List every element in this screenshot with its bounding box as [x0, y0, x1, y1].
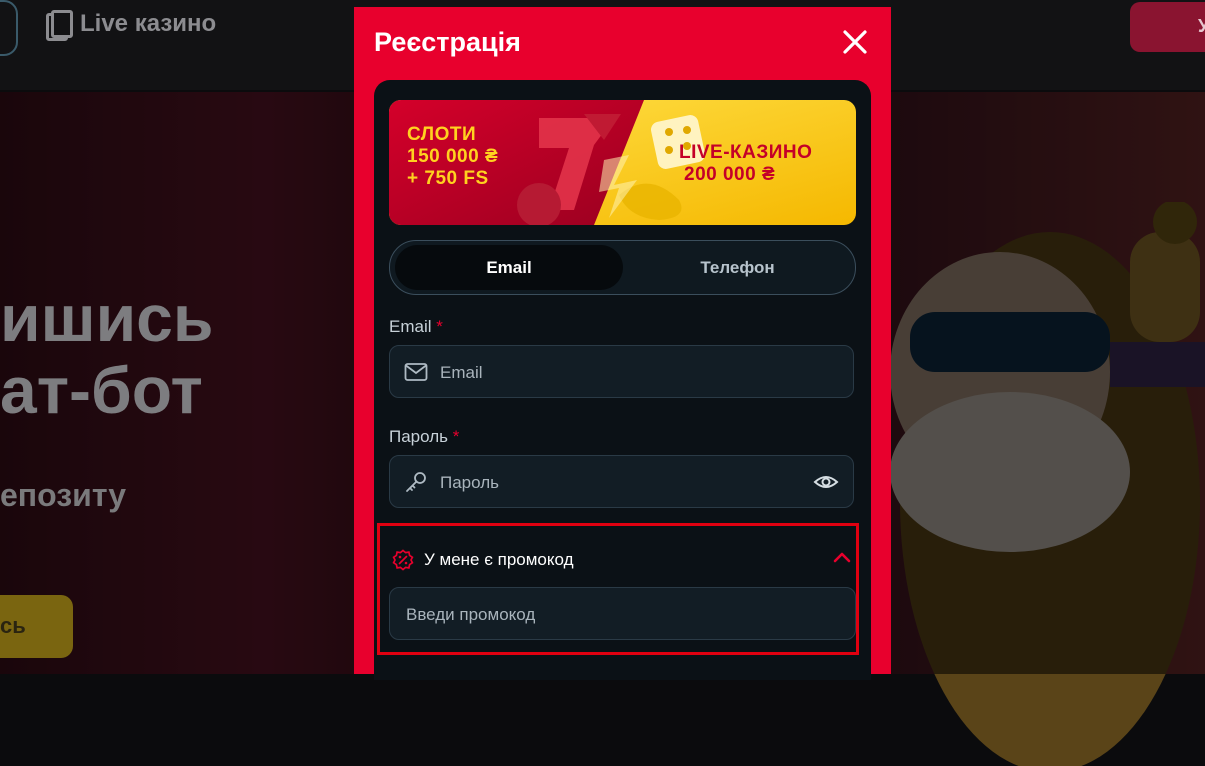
nav-item-live-casino[interactable]: Live казино [46, 10, 217, 41]
hero-title-line-2: ат-бот [0, 353, 203, 427]
banner-live-title: LIVE-КАЗИНО [679, 142, 813, 163]
cards-icon [46, 10, 73, 41]
modal-title: Реєстрація [374, 27, 521, 57]
hero-cta-button[interactable]: сь [0, 595, 73, 658]
password-input[interactable] [438, 456, 802, 509]
envelope-icon [404, 363, 428, 381]
registration-form: СЛОТИ 150 000 ₴ + 750 FS LIVE-КАЗИНО 200… [374, 80, 871, 680]
hero-subtitle: епозиту [0, 477, 127, 513]
nav-login-button[interactable]: У [1130, 2, 1205, 52]
email-field[interactable] [389, 345, 854, 399]
key-icon [406, 472, 426, 492]
required-mark: * [452, 427, 460, 446]
eye-icon[interactable] [813, 470, 839, 494]
discount-badge-icon [392, 549, 414, 571]
nav-menu-button[interactable] [0, 0, 18, 56]
hero-cta-label: сь [0, 613, 26, 638]
email-input[interactable] [438, 346, 802, 399]
close-icon[interactable] [842, 29, 868, 55]
promo-code-input[interactable] [404, 588, 838, 641]
promo-code-toggle[interactable]: У мене є промокод [392, 549, 574, 571]
registration-method-tabs: Email Телефон [389, 240, 856, 295]
bonus-banner: СЛОТИ 150 000 ₴ + 750 FS LIVE-КАЗИНО 200… [389, 100, 856, 225]
password-label: Пароль * [389, 427, 459, 447]
banner-slots-fs: + 750 FS [407, 168, 489, 189]
required-mark: * [436, 317, 443, 336]
banner-slots-title: СЛОТИ [407, 124, 477, 145]
password-field[interactable] [389, 455, 854, 509]
email-label: Email * [389, 317, 443, 337]
banner-slots-amount: 150 000 ₴ [407, 146, 499, 167]
banner-slots-offer: СЛОТИ 150 000 ₴ + 750 FS [407, 124, 498, 190]
banner-live-amount: 200 000 ₴ [684, 164, 776, 185]
email-label-text: Email [389, 317, 432, 336]
hero-title-line-1: ишись [0, 281, 214, 355]
nav-item-live-casino-label: Live казино [80, 10, 217, 37]
nav-login-button-label: У [1198, 16, 1205, 36]
promo-code-toggle-label: У мене є промокод [424, 550, 574, 569]
chevron-up-icon[interactable] [832, 550, 852, 564]
promo-code-field[interactable] [389, 587, 856, 641]
promo-code-section: У мене є промокод [377, 523, 859, 655]
tab-email[interactable]: Email [395, 245, 623, 290]
password-label-text: Пароль [389, 427, 448, 446]
hero-title: ишись ат-бот [0, 282, 213, 426]
banner-live-offer: LIVE-КАЗИНО 200 000 ₴ [679, 142, 812, 186]
tab-phone[interactable]: Телефон [625, 245, 850, 290]
registration-modal: Реєстрація СЛОТИ 150 000 ₴ + 750 FS LIVE… [354, 7, 891, 680]
